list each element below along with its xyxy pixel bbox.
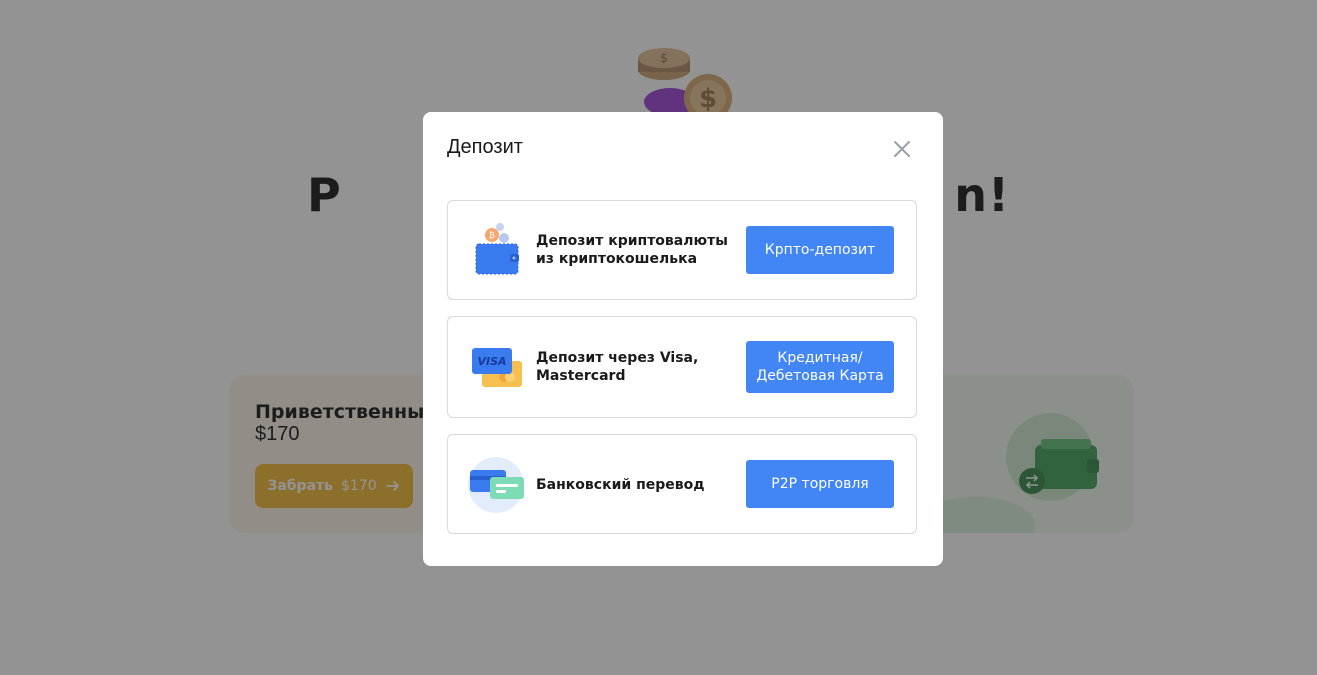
p2p-trading-button[interactable]: P2P торговля [746, 460, 894, 508]
visa-card-icon: VISA [472, 348, 522, 387]
card-deposit-button[interactable]: Кредитная/ Дебетовая Карта [746, 341, 894, 393]
deposit-option-bank: Банковский перевод P2P торговля [447, 434, 917, 534]
close-button[interactable] [891, 138, 913, 160]
crypto-wallet-icon: ₿ [475, 223, 519, 275]
crypto-deposit-button[interactable]: Крпто-депозит [746, 226, 894, 274]
modal-title: Депозит [447, 136, 523, 158]
deposit-option-card: VISA Депозит через Visa, Mastercard Кред… [447, 316, 917, 418]
close-icon [894, 141, 910, 157]
deposit-option-crypto: ₿ Депозит криптовалюты из криптокошелька… [447, 200, 917, 300]
option-label: Депозит через Visa, Mastercard [536, 350, 699, 384]
svg-text:₿: ₿ [489, 231, 495, 240]
option-label: Депозит криптовалюты из криптокошелька [536, 233, 728, 267]
visa-icon-text: VISA [477, 355, 506, 368]
option-label: Банковский перевод [536, 477, 705, 493]
bank-cards-icon [468, 457, 524, 513]
deposit-modal: Депозит ₿ Депозит криптовалюты из крипто… [423, 112, 943, 566]
